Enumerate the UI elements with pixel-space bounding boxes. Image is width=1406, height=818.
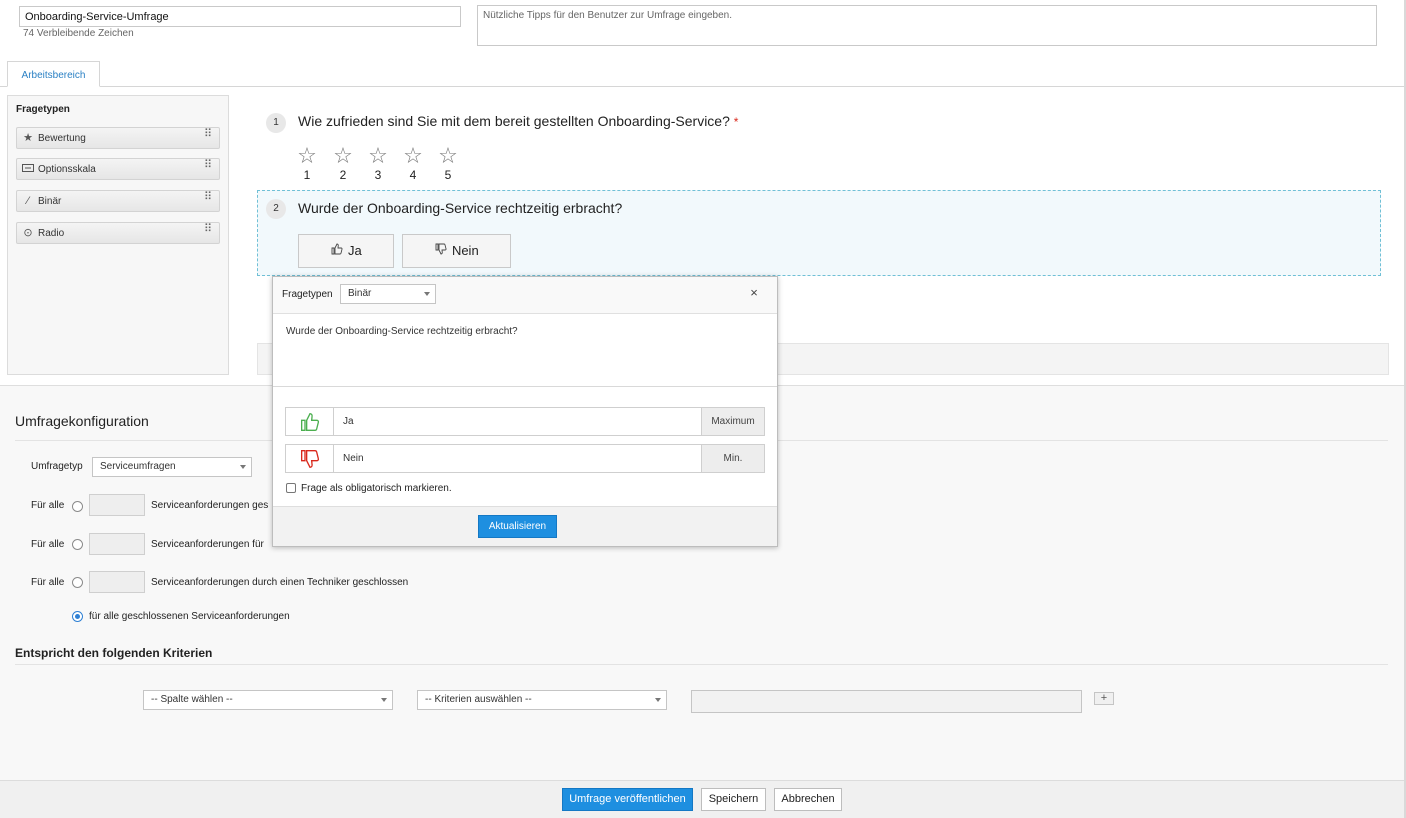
chevron-down-icon [424,292,430,296]
config-title: Umfragekonfiguration [15,413,149,429]
config-radio[interactable] [72,577,83,588]
drag-handle-icon[interactable]: ⠿ [204,129,212,140]
row-description: Serviceanforderungen durch einen Technik… [151,577,409,588]
criteria-value-input[interactable] [691,690,1082,713]
no-label: Nein [451,243,479,258]
drag-handle-icon[interactable]: ⠿ [204,224,212,235]
rating-star-icon[interactable]: ☆ [367,145,389,167]
survey-type-label: Umfragetyp [31,461,83,472]
rating-star-icon[interactable]: ☆ [437,145,459,167]
question-number: 2 [266,199,286,219]
cancel-button[interactable]: Abbrechen [774,788,842,811]
count-input[interactable] [89,533,145,555]
config-radio[interactable] [72,501,83,512]
thumbs-down-icon [434,235,448,267]
survey-type-select[interactable]: Serviceumfragen [92,457,252,477]
mandatory-checkbox[interactable] [286,483,296,493]
binary-icon: ⁄ [27,195,29,207]
palette-item-label: Radio [38,228,65,239]
criteria-title: Entspricht den folgenden Kriterien [15,646,213,660]
question-number: 1 [266,113,286,133]
no-button[interactable]: Nein [402,234,511,268]
answer-text-input[interactable]: Nein [343,453,364,464]
column-select-value: -- Spalte wählen -- [151,694,233,705]
add-criteria-button[interactable]: + [1094,692,1114,705]
popup-type-label: Fragetypen [282,289,333,300]
yes-label: Ja [347,243,362,258]
popup-type-select[interactable]: Binär [340,284,436,304]
popup-type-value: Binär [348,288,372,299]
palette-item-radio[interactable]: ⊙ Radio ⠿ [16,222,220,244]
rating-star-icon[interactable]: ☆ [332,145,354,167]
answer-tag: Maximum [701,408,764,435]
remaining-characters: 74 Verbleibende Zeichen [23,28,134,39]
thumbs-up-icon [286,408,334,435]
criteria-select[interactable]: -- Kriterien auswählen -- [417,690,667,710]
survey-type-value: Serviceumfragen [100,461,176,472]
answer-row-yes: Ja Maximum [285,407,765,436]
column-select[interactable]: -- Spalte wählen -- [143,690,393,710]
count-input[interactable] [89,494,145,516]
survey-title-input[interactable]: Onboarding-Service-Umfrage [19,6,461,27]
palette-item-label: Binär [38,196,62,207]
answer-tag: Min. [701,445,764,472]
chevron-down-icon [240,465,246,469]
palette-item-label: Optionsskala [38,164,96,175]
rating-star-icon[interactable]: ☆ [296,145,318,167]
tab-workspace[interactable]: Arbeitsbereich [7,61,100,87]
for-all-label: Für alle [31,539,65,550]
palette-item-option-scale[interactable]: Optionsskala ⠿ [16,158,220,180]
divider [273,386,777,387]
row-description: Serviceanforderungen ges [151,500,269,511]
close-icon[interactable]: × [748,285,760,300]
yes-button[interactable]: Ja [298,234,394,268]
for-all-label: Für alle [31,500,65,511]
palette-title: Fragetypen [16,104,70,115]
rating-value: 3 [374,168,382,182]
required-mark: * [733,115,739,129]
palette-item-label: Bewertung [38,133,86,144]
question-label: Wie zufrieden sind Sie mit dem bereit ge… [298,113,730,129]
radio-icon: ⊙ [23,227,33,239]
rating-star-icon[interactable]: ☆ [402,145,424,167]
chevron-down-icon [381,698,387,702]
question-text[interactable]: Wurde der Onboarding-Service rechtzeitig… [298,200,622,216]
update-button[interactable]: Aktualisieren [478,515,557,538]
thumbs-down-icon [286,445,334,472]
rating-value: 1 [303,168,311,182]
tips-textarea[interactable]: Nützliche Tipps für den Benutzer zur Umf… [477,5,1377,46]
palette-item-binary[interactable]: ⁄ Binär ⠿ [16,190,220,212]
palette-item-rating[interactable]: ★ Bewertung ⠿ [16,127,220,149]
star-icon: ★ [23,132,33,144]
chevron-down-icon [655,698,661,702]
save-button[interactable]: Speichern [701,788,766,811]
tab-divider [0,86,1406,87]
popup-question-textarea[interactable]: Wurde der Onboarding-Service rechtzeitig… [286,326,518,337]
all-closed-label: für alle geschlossenen Serviceanforderun… [89,611,290,622]
drag-handle-icon[interactable]: ⠿ [204,160,212,171]
thumbs-up-icon [330,235,344,267]
rating-value: 4 [409,168,417,182]
question-text[interactable]: Wie zufrieden sind Sie mit dem bereit ge… [298,113,738,129]
rating-value: 5 [444,168,452,182]
publish-survey-button[interactable]: Umfrage veröffentlichen [562,788,693,811]
row-description: Serviceanforderungen für [151,539,264,550]
rating-value: 2 [339,168,347,182]
all-closed-radio[interactable] [72,611,83,622]
mandatory-label: Frage als obligatorisch markieren. [301,483,452,494]
criteria-select-value: -- Kriterien auswählen -- [425,694,532,705]
answer-row-no: Nein Min. [285,444,765,473]
count-input[interactable] [89,571,145,593]
config-radio[interactable] [72,539,83,550]
answer-text-input[interactable]: Ja [343,416,354,427]
divider [15,664,1388,665]
scale-icon [22,163,34,175]
drag-handle-icon[interactable]: ⠿ [204,192,212,203]
for-all-label: Für alle [31,577,65,588]
